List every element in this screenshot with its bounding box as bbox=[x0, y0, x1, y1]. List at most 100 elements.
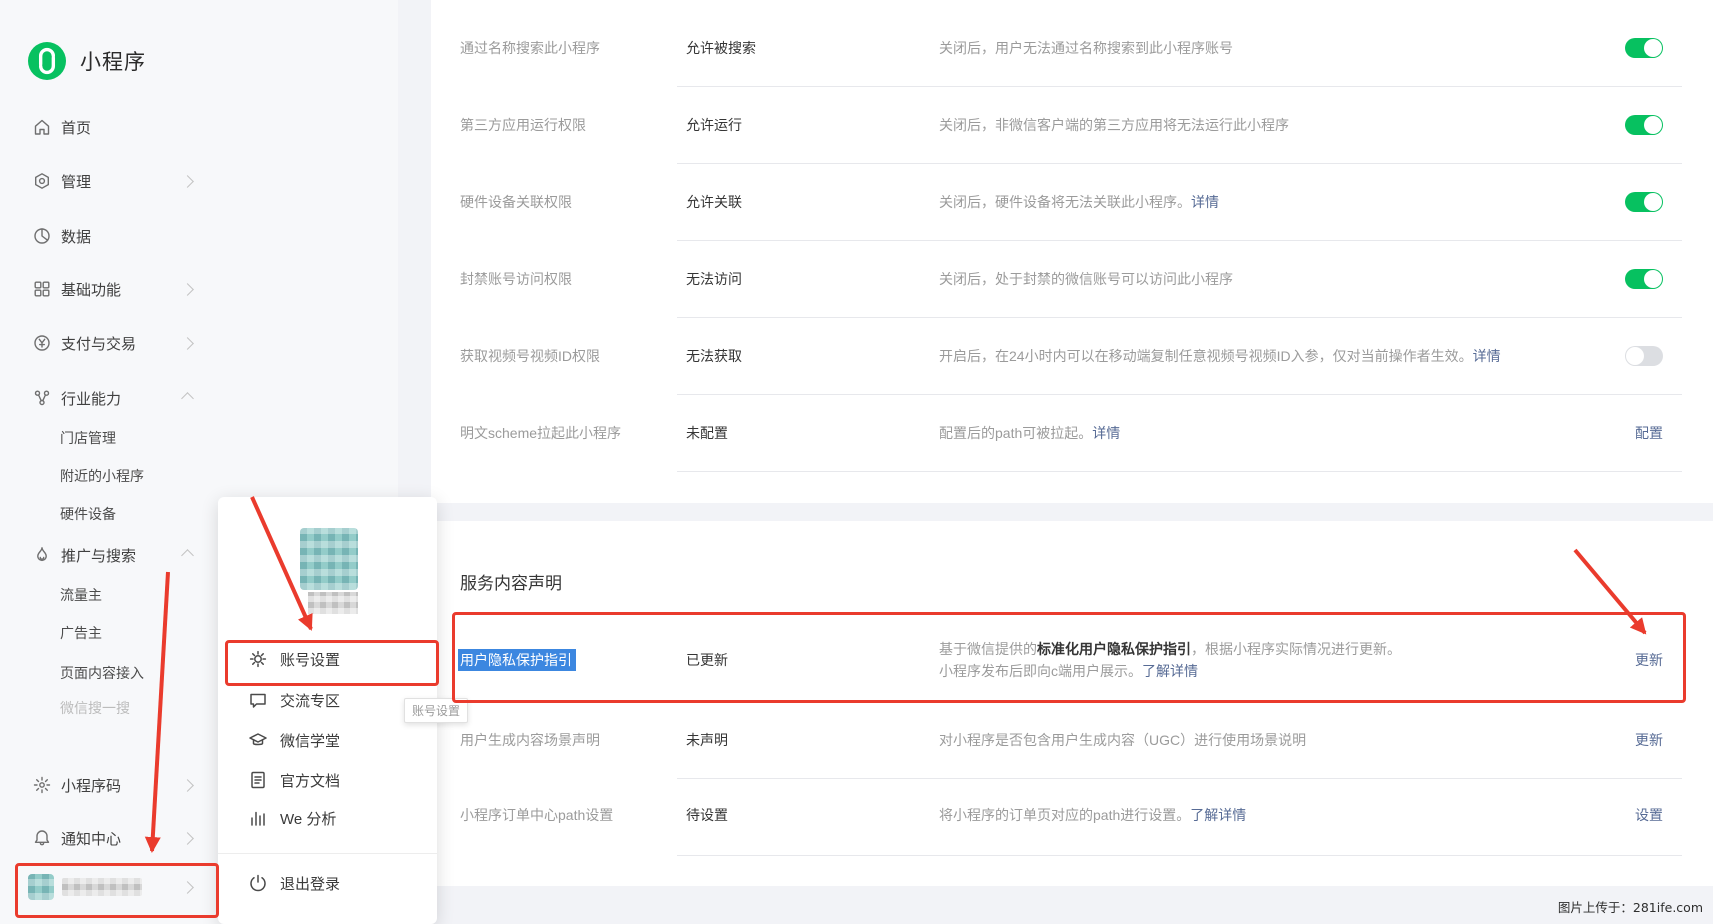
grid-icon bbox=[33, 280, 51, 298]
menu-item-wechat-school[interactable]: 微信学堂 bbox=[218, 720, 437, 760]
menu-item-label: 官方文档 bbox=[280, 770, 340, 791]
home-icon bbox=[33, 118, 51, 136]
learn-more-link[interactable]: 了解详情 bbox=[1142, 663, 1198, 679]
declaration-description: 对小程序是否包含用户生成内容（UGC）进行使用场景说明 bbox=[939, 729, 1713, 751]
watermark-text: 图片上传于：281ife.com bbox=[1558, 897, 1703, 916]
setting-label: 硬件设备关联权限 bbox=[431, 192, 686, 212]
sidebar-item-label: 附近的小程序 bbox=[60, 466, 144, 486]
popup-name-blurred bbox=[308, 592, 358, 614]
sidebar-item-label: 硬件设备 bbox=[60, 504, 116, 524]
learn-more-link[interactable]: 了解详情 bbox=[1190, 807, 1246, 823]
setting-description: 关闭后，非微信客户端的第三方应用将无法运行此小程序 bbox=[939, 114, 1713, 136]
sidebar-item-label: 通知中心 bbox=[61, 828, 121, 849]
account-name-blurred bbox=[62, 878, 142, 896]
sidebar-item-industry[interactable]: 行业能力 bbox=[0, 378, 398, 418]
declaration-status: 未声明 bbox=[686, 730, 939, 750]
chevron-up-icon bbox=[181, 549, 194, 562]
popup-avatar-pixelated bbox=[300, 528, 358, 590]
row-divider bbox=[677, 700, 1682, 701]
declaration-row-privacy: 用户隐私保护指引 已更新 基于微信提供的标准化用户隐私保护指引，根据小程序实际情… bbox=[431, 625, 1713, 695]
sidebar-item-store-manage[interactable]: 门店管理 bbox=[0, 418, 398, 458]
menu-divider bbox=[218, 853, 437, 854]
setting-row-scheme: 明文scheme拉起此小程序 未配置 配置后的path可被拉起。详情 配置 bbox=[431, 395, 1713, 471]
update-link[interactable]: 更新 bbox=[1635, 650, 1663, 670]
toggle-switch[interactable] bbox=[1625, 115, 1663, 135]
details-link[interactable]: 详情 bbox=[1191, 194, 1219, 210]
sidebar-item-manage[interactable]: 管理 bbox=[0, 161, 398, 201]
configure-link[interactable]: 配置 bbox=[1635, 423, 1663, 443]
yen-circle-icon bbox=[33, 334, 51, 352]
chevron-right-icon bbox=[181, 283, 194, 296]
sidebar-item-label: 流量主 bbox=[60, 585, 102, 605]
chevron-right-icon bbox=[181, 779, 194, 792]
sidebar-item-label: 门店管理 bbox=[60, 428, 116, 448]
menu-item-label: We 分析 bbox=[280, 808, 336, 829]
sidebar-item-features[interactable]: 基础功能 bbox=[0, 269, 398, 309]
sidebar-item-nearby[interactable]: 附近的小程序 bbox=[0, 456, 398, 496]
miniprogram-code-icon bbox=[33, 776, 51, 794]
app-logo: 小程序 bbox=[28, 42, 146, 80]
setting-value: 允许关联 bbox=[686, 192, 939, 212]
flame-icon bbox=[33, 546, 51, 564]
toggle-switch[interactable] bbox=[1625, 192, 1663, 212]
selected-text: 用户隐私保护指引 bbox=[458, 649, 576, 671]
setting-row-video-id: 获取视频号视频ID权限 无法获取 开启后，在24小时内可以在移动端复制任意视频号… bbox=[431, 318, 1713, 394]
menu-item-label: 退出登录 bbox=[280, 873, 340, 894]
sidebar-item-label: 行业能力 bbox=[61, 388, 121, 409]
setting-description: 关闭后，用户无法通过名称搜索到此小程序账号 bbox=[939, 37, 1713, 59]
setting-description: 关闭后，硬件设备将无法关联此小程序。详情 bbox=[939, 191, 1713, 213]
declaration-row-ugc: 用户生成内容场景声明 未声明 对小程序是否包含用户生成内容（UGC）进行使用场景… bbox=[431, 705, 1713, 775]
nodes-icon bbox=[33, 389, 51, 407]
section-title: 服务内容声明 bbox=[460, 569, 562, 594]
sidebar-item-label: 管理 bbox=[61, 171, 91, 192]
setting-value: 允许被搜索 bbox=[686, 38, 939, 58]
setting-value: 未配置 bbox=[686, 423, 939, 443]
sidebar-item-data[interactable]: 数据 bbox=[0, 216, 398, 256]
setting-description: 开启后，在24小时内可以在移动端复制任意视频号视频ID入参，仅对当前操作者生效。… bbox=[939, 345, 1713, 367]
row-divider bbox=[677, 855, 1682, 856]
details-link[interactable]: 详情 bbox=[1092, 425, 1120, 441]
sidebar-item-payment[interactable]: 支付与交易 bbox=[0, 323, 398, 363]
setting-value: 允许运行 bbox=[686, 115, 939, 135]
tooltip-account-settings: 账号设置 bbox=[404, 698, 468, 723]
setting-row-banned-access: 封禁账号访问权限 无法访问 关闭后，处于封禁的微信账号可以访问此小程序 bbox=[431, 241, 1713, 317]
setup-link[interactable]: 设置 bbox=[1635, 805, 1663, 825]
toggle-switch[interactable] bbox=[1625, 346, 1663, 366]
chevron-right-icon bbox=[181, 337, 194, 350]
menu-item-logout[interactable]: 退出登录 bbox=[218, 863, 437, 903]
manage-icon bbox=[33, 172, 51, 190]
setting-row-thirdparty-run: 第三方应用运行权限 允许运行 关闭后，非微信客户端的第三方应用将无法运行此小程序 bbox=[431, 87, 1713, 163]
toggle-switch[interactable] bbox=[1625, 38, 1663, 58]
sidebar-item-label: 首页 bbox=[61, 117, 91, 138]
update-link[interactable]: 更新 bbox=[1635, 730, 1663, 750]
menu-item-official-docs[interactable]: 官方文档 bbox=[218, 760, 437, 800]
document-icon bbox=[248, 770, 268, 790]
menu-item-we-analysis[interactable]: We 分析 bbox=[218, 798, 437, 838]
menu-item-label: 账号设置 bbox=[280, 649, 340, 670]
gear-icon bbox=[248, 649, 268, 669]
graduation-cap-icon bbox=[248, 730, 268, 750]
sidebar-item-label: 广告主 bbox=[60, 623, 102, 643]
sidebar-item-label: 基础功能 bbox=[61, 279, 121, 300]
declaration-label: 用户生成内容场景声明 bbox=[431, 730, 686, 750]
sidebar-item-home[interactable]: 首页 bbox=[0, 107, 398, 147]
sidebar-item-label: 推广与搜索 bbox=[61, 545, 136, 566]
toggle-switch[interactable] bbox=[1625, 269, 1663, 289]
setting-value: 无法访问 bbox=[686, 269, 939, 289]
miniprogram-logo-icon bbox=[28, 42, 66, 80]
setting-label: 获取视频号视频ID权限 bbox=[431, 346, 686, 366]
setting-label: 明文scheme拉起此小程序 bbox=[431, 423, 686, 443]
menu-item-account-settings[interactable]: 账号设置 bbox=[218, 639, 437, 679]
setting-row-hardware-link: 硬件设备关联权限 允许关联 关闭后，硬件设备将无法关联此小程序。详情 bbox=[431, 164, 1713, 240]
declaration-row-order-path: 小程序订单中心path设置 待设置 将小程序的订单页对应的path进行设置。了解… bbox=[431, 780, 1713, 850]
details-link[interactable]: 详情 bbox=[1473, 348, 1501, 364]
declaration-label: 用户隐私保护指引 bbox=[431, 650, 686, 670]
declaration-status: 待设置 bbox=[686, 805, 939, 825]
setting-label: 第三方应用运行权限 bbox=[431, 115, 686, 135]
menu-item-label: 微信学堂 bbox=[280, 730, 340, 751]
menu-item-label: 交流专区 bbox=[280, 690, 340, 711]
permissions-panel: 通过名称搜索此小程序 允许被搜索 关闭后，用户无法通过名称搜索到此小程序账号 第… bbox=[431, 0, 1713, 503]
chevron-right-icon bbox=[181, 832, 194, 845]
declaration-description: 基于微信提供的标准化用户隐私保护指引，根据小程序实际情况进行更新。 小程序发布后… bbox=[939, 638, 1713, 682]
bell-icon bbox=[33, 829, 51, 847]
